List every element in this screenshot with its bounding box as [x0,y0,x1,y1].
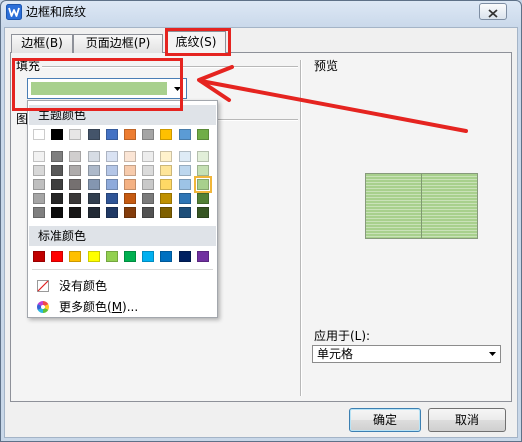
theme-shade-swatch[interactable] [33,179,45,190]
chevron-down-icon[interactable] [484,346,500,361]
theme-color-swatch[interactable] [124,129,136,140]
theme-shade-swatch[interactable] [51,179,64,190]
theme-shade-swatch[interactable] [193,176,212,193]
theme-shade-swatch[interactable] [178,193,191,204]
close-icon [488,7,498,18]
theme-color-swatch[interactable] [33,129,45,140]
theme-color-swatch[interactable] [87,129,100,140]
theme-shade-swatch[interactable] [87,207,100,218]
color-picker-popup: 主题颜色 标准颜色 没有颜色 更多颜色(M)... [27,100,218,318]
theme-shade-swatch[interactable] [69,165,82,176]
standard-color-swatch[interactable] [160,251,173,262]
standard-color-swatch[interactable] [124,251,136,262]
theme-shade-swatch[interactable] [87,179,100,190]
theme-shade-swatch[interactable] [142,165,155,176]
theme-shade-swatch[interactable] [142,151,155,162]
theme-shade-swatch[interactable] [51,193,64,204]
theme-shade-swatch[interactable] [124,207,136,218]
theme-color-swatch[interactable] [142,129,155,140]
theme-color-swatch[interactable] [105,129,118,140]
menu-separator [32,269,213,270]
theme-shade-swatch[interactable] [142,179,155,190]
standard-colors-header: 标准颜色 [29,226,216,246]
standard-color-swatch[interactable] [33,251,45,262]
theme-shade-swatch[interactable] [69,207,82,218]
theme-shade-swatch[interactable] [124,193,136,204]
theme-shade-swatch[interactable] [105,179,118,190]
theme-shade-swatch[interactable] [178,179,191,190]
apply-to-value: 单元格 [317,347,354,361]
annotation-box-shading-tab [165,28,231,56]
apply-to-dropdown[interactable]: 单元格 [312,345,501,363]
theme-shade-swatch[interactable] [178,165,191,176]
theme-shade-swatch[interactable] [160,193,173,204]
theme-shade-swatch[interactable] [51,165,64,176]
theme-shade-swatch[interactable] [33,165,45,176]
theme-shade-swatch[interactable] [105,165,118,176]
theme-shade-swatch[interactable] [178,151,191,162]
theme-shade-swatch[interactable] [196,193,209,204]
theme-shade-swatch[interactable] [196,165,209,176]
theme-shade-swatch[interactable] [160,179,173,190]
standard-color-swatch[interactable] [178,251,191,262]
theme-shade-swatch[interactable] [196,207,209,218]
standard-color-swatch[interactable] [51,251,64,262]
theme-shade-swatch[interactable] [105,193,118,204]
theme-color-swatch[interactable] [160,129,173,140]
theme-color-swatch[interactable] [69,129,82,140]
theme-shade-swatch[interactable] [124,151,136,162]
theme-color-swatch[interactable] [178,129,191,140]
tab-borders[interactable]: 边框(B) [11,34,73,53]
theme-shade-swatch[interactable] [124,179,136,190]
no-color-item[interactable]: 没有颜色 [30,277,215,296]
theme-shade-swatch[interactable] [142,207,155,218]
standard-color-swatch[interactable] [87,251,100,262]
theme-shade-swatch[interactable] [160,151,173,162]
standard-color-swatch[interactable] [142,251,155,262]
color-wheel-icon [37,301,49,313]
theme-shade-swatch[interactable] [69,151,82,162]
theme-shade-swatch[interactable] [33,207,45,218]
close-button[interactable] [479,3,507,20]
wps-writer-icon [6,4,22,20]
theme-shade-swatch[interactable] [51,151,64,162]
cancel-button[interactable]: 取消 [428,408,506,432]
theme-shade-swatch[interactable] [142,193,155,204]
theme-shade-swatch[interactable] [87,151,100,162]
standard-color-swatch[interactable] [105,251,118,262]
theme-shade-swatch[interactable] [160,165,173,176]
standard-color-swatch[interactable] [69,251,82,262]
theme-shade-swatch[interactable] [51,207,64,218]
tab-page-borders[interactable]: 页面边框(P) [73,34,163,53]
theme-shade-swatch[interactable] [160,207,173,218]
theme-shade-swatch[interactable] [124,165,136,176]
theme-color-swatch[interactable] [51,129,64,140]
theme-shade-swatch[interactable] [33,151,45,162]
theme-color-swatch[interactable] [196,129,209,140]
theme-shade-swatch[interactable] [87,193,100,204]
preview-cell-divider [421,174,422,238]
preview-label: 预览 [313,59,340,73]
window-title: 边框和底纹 [26,5,87,19]
theme-shade-swatch[interactable] [105,151,118,162]
standard-color-swatch[interactable] [196,251,209,262]
more-colors-label: 更多颜色(M)... [59,300,139,314]
theme-shade-swatch[interactable] [178,207,191,218]
preview-box [365,173,478,239]
theme-shade-swatch[interactable] [196,151,209,162]
more-colors-item[interactable]: 更多颜色(M)... [30,298,215,317]
theme-shade-swatch[interactable] [69,179,82,190]
no-color-label: 没有颜色 [59,279,108,293]
theme-shade-swatch[interactable] [69,193,82,204]
theme-shade-swatch[interactable] [105,207,118,218]
ok-button[interactable]: 确定 [349,408,421,432]
apply-to-label: 应用于(L): [313,329,372,343]
no-color-icon [37,280,49,292]
theme-shade-swatch[interactable] [33,193,45,204]
annotation-box-fill [12,58,183,111]
theme-shade-swatch[interactable] [87,165,100,176]
group-separator [300,60,302,396]
